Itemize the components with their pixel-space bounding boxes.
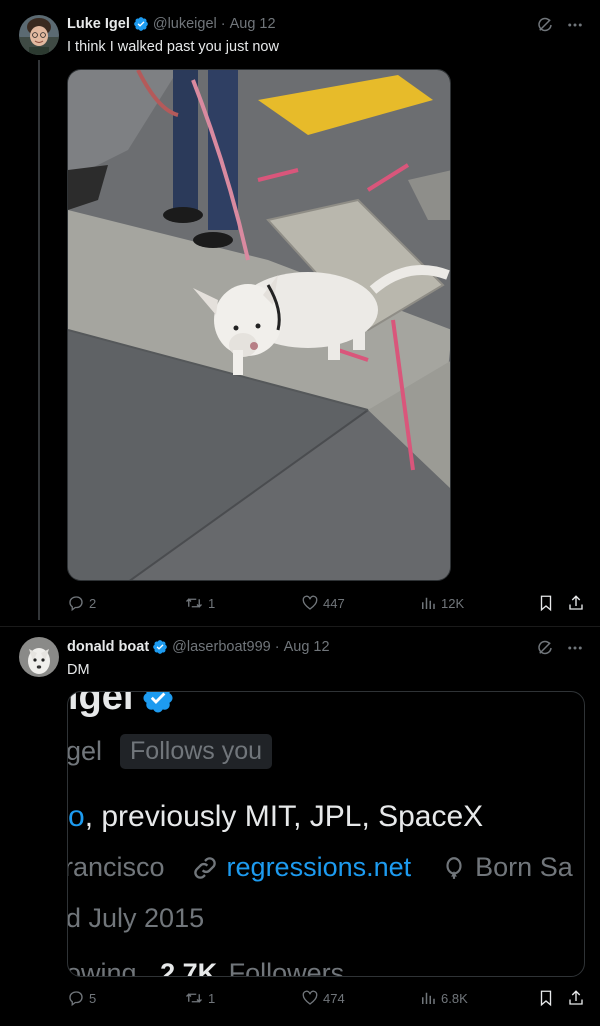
retweet-count: 1	[208, 990, 216, 1006]
retweet-icon	[186, 993, 202, 1003]
tweet-date[interactable]: Aug 12	[230, 14, 276, 34]
like-icon	[302, 990, 318, 1005]
verified-badge-icon	[133, 16, 149, 32]
tweet-text: DM	[67, 662, 90, 678]
author-handle[interactable]: @laserboat999	[172, 637, 271, 657]
reply-icon	[69, 596, 83, 612]
tweet-action-bar: 5 1 474 6.8K	[67, 988, 587, 1008]
like-icon	[302, 595, 318, 610]
views-button[interactable]: 6.8K	[419, 989, 468, 1007]
reply-button[interactable]: 2	[67, 594, 96, 612]
embedded-location: rancisco	[67, 852, 165, 882]
bookmark-icon	[540, 990, 552, 1007]
embedded-website-link: regressions.net	[226, 852, 412, 882]
bookmark-button[interactable]	[537, 594, 555, 612]
tweet-donald-boat[interactable]: donald boat @laserboat999 · Aug 12 DM lg…	[0, 626, 600, 1024]
reply-button[interactable]: 5	[67, 989, 96, 1007]
bookmark-icon	[540, 595, 552, 612]
follows-you-badge: Follows you	[120, 734, 273, 769]
grok-icon[interactable]	[536, 639, 554, 657]
tweet-photo[interactable]	[67, 69, 451, 581]
share-icon	[569, 595, 583, 610]
embedded-handle-row: gel Follows you	[67, 734, 273, 769]
more-icon[interactable]	[566, 16, 584, 34]
tweet-header: Luke Igel @lukeigel · Aug 12	[67, 14, 276, 34]
embedded-bio-link: o	[68, 800, 85, 833]
embedded-verified-badge-icon	[143, 692, 173, 713]
like-count: 447	[323, 595, 345, 611]
bookmark-button[interactable]	[537, 989, 555, 1007]
more-icon[interactable]	[566, 639, 584, 657]
tweet-top-actions	[536, 639, 584, 657]
embedded-followers-count: 2.7K	[160, 958, 218, 977]
tweet-luke-igel[interactable]: Luke Igel @lukeigel · Aug 12 I think I w…	[0, 0, 600, 626]
reply-count: 5	[89, 990, 97, 1006]
embedded-joined: d July 2015	[67, 903, 205, 933]
author-name[interactable]: Luke Igel	[67, 14, 130, 34]
reply-count: 2	[89, 595, 97, 611]
like-button[interactable]: 447	[301, 594, 345, 612]
dog-photo-image	[68, 70, 450, 580]
author-name[interactable]: donald boat	[67, 637, 149, 657]
embedded-following-label: owing	[67, 958, 137, 977]
embedded-bio: o, previously MIT, JPL, SpaceX	[68, 800, 483, 834]
views-button[interactable]: 12K	[419, 594, 464, 612]
tweet-top-actions	[536, 16, 584, 34]
embedded-bio-text: , previously MIT, JPL, SpaceX	[84, 800, 484, 833]
birthday-balloon-icon	[446, 856, 462, 879]
tweet-text: I think I walked past you just now	[67, 39, 279, 55]
embedded-handle: gel	[67, 736, 103, 766]
embedded-follow-counts: owing 2.7K Followers	[67, 958, 345, 977]
embedded-profile-name: lgel	[68, 692, 175, 719]
reply-icon	[69, 991, 83, 1007]
link-icon	[193, 856, 216, 879]
retweet-button[interactable]: 1	[184, 989, 215, 1007]
retweet-icon	[186, 598, 202, 608]
share-button[interactable]	[567, 594, 585, 612]
verified-badge-icon	[152, 639, 168, 655]
views-count: 12K	[441, 595, 465, 611]
views-count: 6.8K	[441, 990, 468, 1006]
embedded-profile-screenshot[interactable]: lgel gel Follows you o, previously MIT, …	[67, 691, 585, 977]
avatar-donald-boat[interactable]	[19, 637, 59, 677]
separator-dot: ·	[220, 16, 226, 32]
share-button[interactable]	[567, 989, 585, 1007]
views-icon	[422, 597, 435, 609]
embedded-followers-label: Followers	[228, 958, 345, 977]
tweet-header: donald boat @laserboat999 · Aug 12	[67, 637, 330, 657]
views-icon	[422, 992, 435, 1004]
tweet-date[interactable]: Aug 12	[284, 637, 330, 657]
retweet-button[interactable]: 1	[184, 594, 215, 612]
share-icon	[569, 990, 583, 1005]
embedded-born: Born Sa	[475, 852, 573, 882]
separator-dot: ·	[274, 639, 280, 655]
avatar-luke-igel[interactable]	[19, 15, 59, 55]
like-count: 474	[323, 990, 345, 1006]
retweet-count: 1	[208, 595, 216, 611]
author-handle[interactable]: @lukeigel	[153, 14, 217, 34]
tweet-action-bar: 2 1 447 12K	[67, 593, 587, 613]
thread-connector-line	[38, 60, 40, 620]
grok-icon[interactable]	[536, 16, 554, 34]
like-button[interactable]: 474	[301, 989, 345, 1007]
embedded-meta-row: rancisco regressions.net Born Sa	[67, 852, 573, 883]
